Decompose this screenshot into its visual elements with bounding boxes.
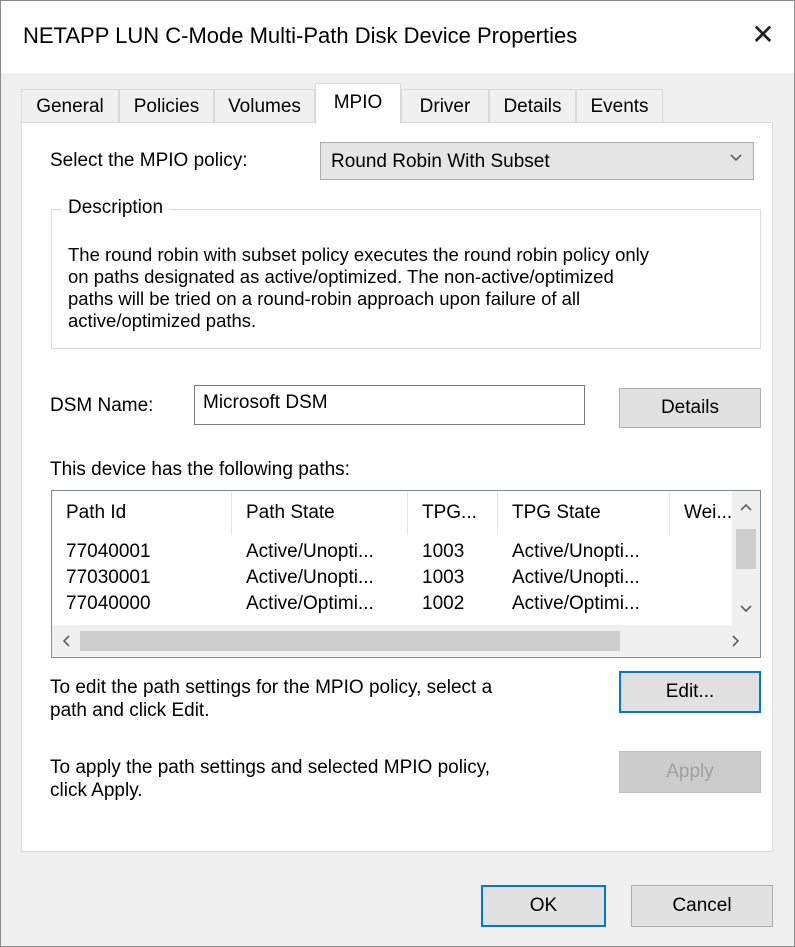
column-header-path-state[interactable]: Path State xyxy=(232,491,408,535)
policy-description: The round robin with subset policy execu… xyxy=(68,244,748,332)
description-line: active/optimized paths. xyxy=(68,310,257,331)
close-icon[interactable]: ✕ xyxy=(742,15,784,55)
dsm-details-button[interactable]: Details xyxy=(619,388,761,428)
dsm-name-input[interactable] xyxy=(203,392,573,414)
cell-path-state: Active/Optimi... xyxy=(246,593,374,614)
edit-hint-line: path and click Edit. xyxy=(50,700,210,721)
cell-path-state: Active/Unopti... xyxy=(246,541,374,562)
scroll-down-icon[interactable] xyxy=(738,601,754,617)
paths-list[interactable]: Path Id Path State TPG... TPG State Wei.… xyxy=(51,490,761,658)
column-header-path-id[interactable]: Path Id xyxy=(52,491,232,535)
cell-tpg: 1003 xyxy=(422,567,465,588)
apply-hint-line: To apply the path settings and selected … xyxy=(50,757,491,778)
table-row[interactable]: 77030001 Active/Unopti... 1003 Active/Un… xyxy=(52,565,732,591)
scroll-left-icon[interactable] xyxy=(58,633,74,649)
column-header-tpg[interactable]: TPG... xyxy=(408,491,498,535)
description-legend: Description xyxy=(62,197,170,219)
description-line: paths will be tried on a round-robin app… xyxy=(68,288,581,309)
tab-events[interactable]: Events xyxy=(576,89,663,123)
tab-driver[interactable]: Driver xyxy=(401,89,489,123)
edit-button[interactable]: Edit... xyxy=(619,671,761,713)
scroll-right-icon[interactable] xyxy=(728,633,744,649)
tab-general[interactable]: General xyxy=(21,89,119,123)
cell-tpg-state: Active/Unopti... xyxy=(512,541,640,562)
cell-path-id: 77040001 xyxy=(66,541,151,562)
ok-button[interactable]: OK xyxy=(481,885,606,927)
paths-label: This device has the following paths: xyxy=(50,459,350,480)
column-header-weight[interactable]: Wei... xyxy=(670,491,732,535)
table-row[interactable]: 77040000 Active/Optimi... 1002 Active/Op… xyxy=(52,591,732,617)
apply-hint-line: click Apply. xyxy=(50,780,143,801)
table-row[interactable]: 77040001 Active/Unopti... 1003 Active/Un… xyxy=(52,539,732,565)
column-header-tpg-state[interactable]: TPG State xyxy=(498,491,670,535)
cell-path-id: 77040000 xyxy=(66,593,151,614)
cell-tpg-state: Active/Unopti... xyxy=(512,567,640,588)
cell-tpg-state: Active/Optimi... xyxy=(512,593,640,614)
description-line: The round robin with subset policy execu… xyxy=(68,244,650,265)
paths-list-header: Path Id Path State TPG... TPG State Wei.… xyxy=(52,491,732,535)
chevron-down-icon xyxy=(730,154,742,162)
edit-hint-line: To edit the path settings for the MPIO p… xyxy=(50,677,493,698)
tab-policies[interactable]: Policies xyxy=(119,89,214,123)
properties-dialog: NETAPP LUN C-Mode Multi-Path Disk Device… xyxy=(0,0,795,947)
cell-tpg: 1002 xyxy=(422,593,465,614)
vertical-scroll-thumb[interactable] xyxy=(736,529,756,569)
horizontal-scroll-thumb[interactable] xyxy=(80,631,620,651)
vertical-scrollbar[interactable] xyxy=(732,491,760,625)
tab-mpio[interactable]: MPIO xyxy=(315,83,401,124)
edit-hint: To edit the path settings for the MPIO p… xyxy=(50,676,492,722)
mpio-policy-dropdown[interactable]: Round Robin With Subset xyxy=(320,142,754,180)
cell-path-id: 77030001 xyxy=(66,567,151,588)
horizontal-scrollbar[interactable] xyxy=(52,625,760,657)
dsm-name-label: DSM Name: xyxy=(50,395,154,416)
description-group: Description The round robin with subset … xyxy=(51,197,761,349)
scroll-up-icon[interactable] xyxy=(738,499,754,515)
apply-button[interactable]: Apply xyxy=(619,751,761,793)
tab-details[interactable]: Details xyxy=(489,89,576,123)
cell-path-state: Active/Unopti... xyxy=(246,567,374,588)
cancel-button[interactable]: Cancel xyxy=(631,885,773,927)
description-line: on paths designated as active/optimized.… xyxy=(68,266,614,287)
apply-hint: To apply the path settings and selected … xyxy=(50,756,490,802)
cell-tpg: 1003 xyxy=(422,541,465,562)
policy-label: Select the MPIO policy: xyxy=(50,150,248,171)
mpio-policy-value: Round Robin With Subset xyxy=(331,151,550,172)
title-bar: NETAPP LUN C-Mode Multi-Path Disk Device… xyxy=(1,1,794,73)
dsm-name-field[interactable] xyxy=(194,385,585,425)
tab-volumes[interactable]: Volumes xyxy=(214,89,315,123)
mpio-tab-panel: Select the MPIO policy: Round Robin With… xyxy=(21,122,773,852)
window-title: NETAPP LUN C-Mode Multi-Path Disk Device… xyxy=(23,23,578,48)
